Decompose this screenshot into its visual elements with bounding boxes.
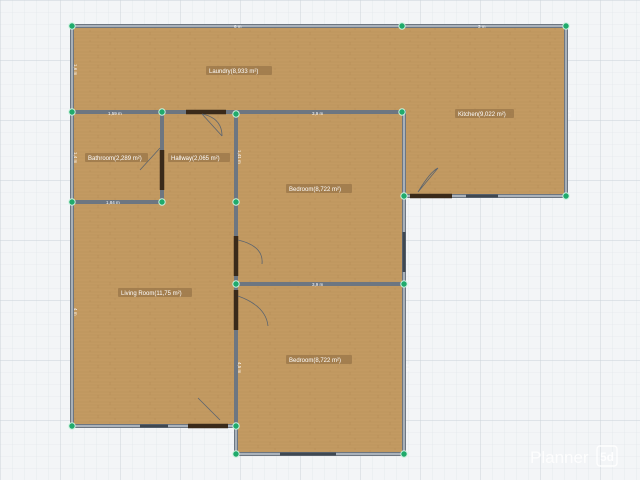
dim-bath-height: 1,4 m bbox=[73, 152, 78, 164]
floor-living-room[interactable] bbox=[72, 202, 236, 426]
brand-name: Planner bbox=[530, 448, 589, 467]
wall-node bbox=[400, 280, 408, 288]
floor-plan-canvas[interactable]: Laundry(8,933 m²) Kitchen(9,022 m²) Bath… bbox=[0, 0, 640, 480]
wall-node bbox=[562, 192, 570, 200]
wall-node bbox=[562, 22, 570, 30]
room-label-bedroom-top[interactable]: Bedroom(8,722 m²) bbox=[289, 187, 341, 193]
wall-node bbox=[232, 422, 240, 430]
wall-node bbox=[232, 280, 240, 288]
floor-bedroom-bottom[interactable] bbox=[236, 284, 404, 454]
wall-node bbox=[68, 108, 76, 116]
dim-living-left: 4 m bbox=[73, 308, 78, 316]
room-label-bedroom-bottom[interactable]: Bedroom(8,722 m²) bbox=[289, 358, 341, 364]
dim-bedroom-bottom-width: 3,9 m bbox=[312, 282, 324, 287]
wall-node bbox=[158, 108, 166, 116]
wall-node bbox=[158, 198, 166, 206]
planner-watermark: Planner 5d bbox=[530, 445, 618, 467]
room-label-kitchen[interactable]: Kitchen(9,022 m²) bbox=[458, 112, 506, 118]
room-label-hallway[interactable]: Hallway(2,065 m²) bbox=[171, 156, 220, 162]
wall-node bbox=[68, 198, 76, 206]
dim-right-top: 3 m bbox=[567, 110, 572, 118]
wall-node bbox=[68, 22, 76, 30]
dim-bedroom-top-width: 3,9 m bbox=[312, 111, 324, 116]
room-label-laundry[interactable]: Laundry(8,933 m²) bbox=[209, 69, 258, 75]
floor-bedroom-top[interactable] bbox=[236, 112, 404, 284]
wall-node bbox=[400, 450, 408, 458]
dim-hall-height: 1,41 m bbox=[237, 150, 242, 164]
wall-node bbox=[232, 450, 240, 458]
dim-top-right: 3 m bbox=[478, 24, 486, 29]
dim-bath-bottom-width: 1,84 m bbox=[106, 200, 120, 205]
wall-node bbox=[232, 198, 240, 206]
brand-badge: 5d bbox=[600, 450, 614, 464]
dim-bedroom-right: 3 m bbox=[405, 364, 410, 372]
wall-node bbox=[68, 422, 76, 430]
room-label-living-room[interactable]: Living Room(11,75 m²) bbox=[121, 291, 182, 297]
wall-node bbox=[232, 110, 240, 118]
wall-node bbox=[400, 192, 408, 200]
dim-left-top: 1,6 m bbox=[73, 64, 78, 76]
dim-living-right: 4,5 m bbox=[237, 362, 242, 374]
room-label-bathroom[interactable]: Bathroom(2,289 m²) bbox=[88, 156, 142, 162]
wall-node bbox=[398, 108, 406, 116]
dim-top-left: 6 m bbox=[234, 24, 242, 29]
wall-node bbox=[398, 22, 406, 30]
dim-bath-width: 1,59 m bbox=[108, 111, 122, 116]
